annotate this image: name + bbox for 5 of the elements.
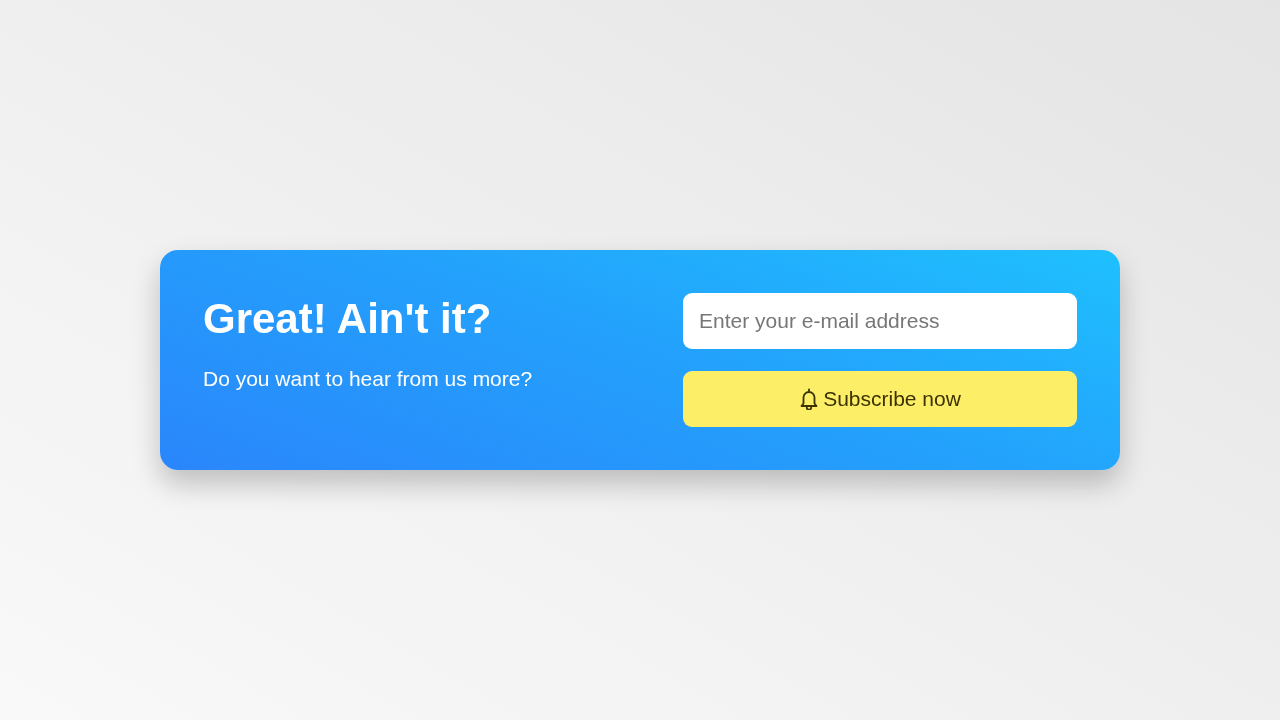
bell-icon (799, 388, 820, 410)
email-input-field[interactable]: Enter your e-mail address (683, 293, 1077, 349)
banner-title: Great! Ain't it? (203, 295, 493, 343)
banner-subtitle: Do you want to hear from us more? (203, 366, 533, 392)
subscribe-button[interactable]: Subscribe now (683, 371, 1077, 427)
